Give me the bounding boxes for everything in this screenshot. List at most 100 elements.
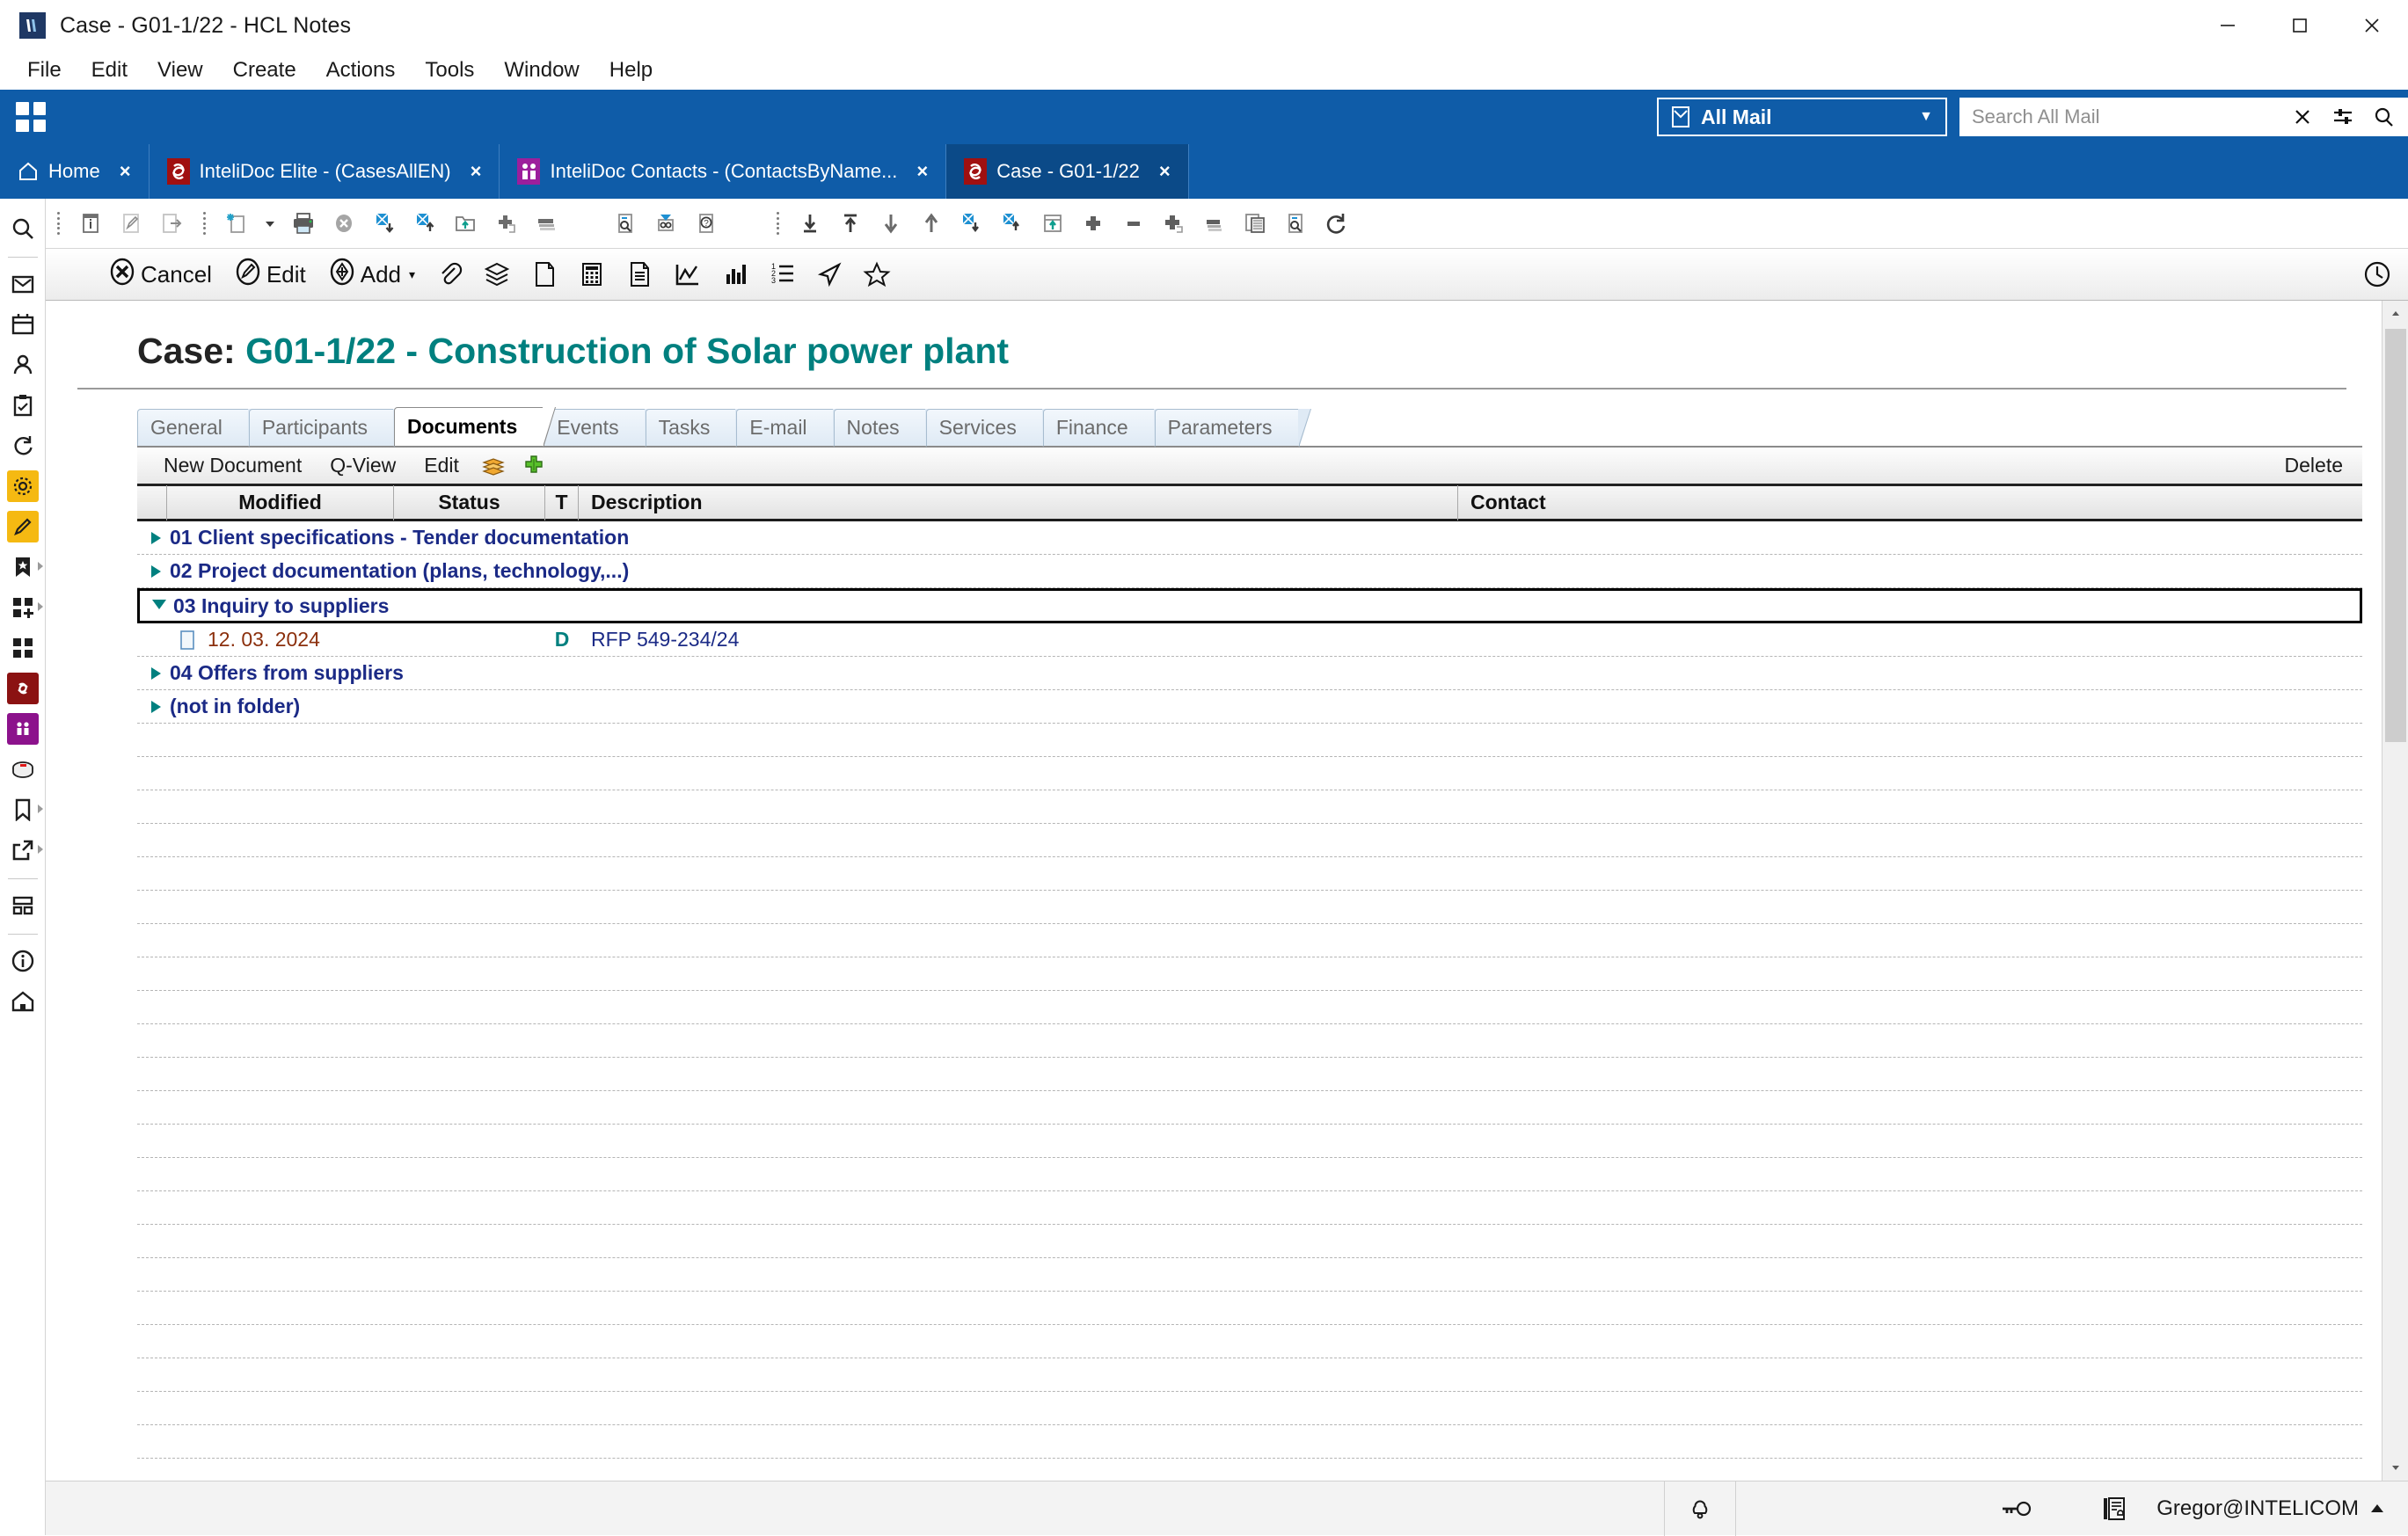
text-document-icon[interactable] <box>616 248 663 301</box>
sidebar-item-mail[interactable] <box>4 265 42 303</box>
tab-notes[interactable]: Notes <box>834 409 927 446</box>
menu-tools[interactable]: Tools <box>410 51 489 90</box>
go-to-top-icon[interactable] <box>830 203 871 244</box>
table-row[interactable]: 04 Offers from suppliers <box>137 657 2362 690</box>
clear-icon[interactable] <box>2292 106 2313 127</box>
history-icon[interactable] <box>2346 259 2408 289</box>
column-description[interactable]: Description <box>579 485 1458 520</box>
menu-window[interactable]: Window <box>489 51 594 90</box>
expand-triangle-icon[interactable] <box>151 701 161 713</box>
new-document-dropdown-icon[interactable] <box>257 203 283 244</box>
table-row[interactable]: 03 Inquiry to suppliers <box>137 588 2362 623</box>
bell-icon[interactable] <box>1664 1481 1735 1536</box>
cancel-button[interactable]: Cancel <box>97 248 223 301</box>
sidebar-item-database[interactable] <box>4 750 42 789</box>
tab-email[interactable]: E-mail <box>736 409 834 446</box>
chevron-down-icon[interactable]: ▾ <box>409 267 415 282</box>
menu-create[interactable]: Create <box>218 51 311 90</box>
sidebar-item-contacts[interactable] <box>4 346 42 384</box>
move-down-icon[interactable] <box>364 203 405 244</box>
table-row[interactable]: 02 Project documentation (plans, technol… <box>137 555 2362 588</box>
open-waffle-icon[interactable] <box>16 102 46 132</box>
toolbar-grip[interactable] <box>52 212 64 235</box>
window-tab-intelidoc-elite[interactable]: InteliDoc Elite - (CasesAllEN) × <box>150 144 500 199</box>
edit-button[interactable]: Edit <box>223 248 317 301</box>
print-icon[interactable] <box>283 203 324 244</box>
toolbar-grip[interactable] <box>771 212 784 235</box>
table-row[interactable]: 12. 03. 2024 D RFP 549-234/24 <box>137 623 2362 657</box>
close-icon[interactable]: × <box>120 160 131 183</box>
find-icon[interactable] <box>605 203 646 244</box>
numbered-list-icon[interactable]: 123 <box>758 248 806 301</box>
move-up-icon[interactable] <box>911 203 952 244</box>
help-icon[interactable]: ? <box>686 203 726 244</box>
sidebar-item-add-application[interactable] <box>4 588 42 627</box>
move-up-icon[interactable] <box>405 203 445 244</box>
go-to-bottom-icon[interactable] <box>790 203 830 244</box>
document-properties-icon[interactable] <box>70 203 111 244</box>
expand-all-icon[interactable] <box>1073 203 1113 244</box>
collapse-triangle-icon[interactable] <box>152 600 166 615</box>
maximize-button[interactable] <box>2264 0 2336 51</box>
star-icon[interactable] <box>853 248 901 301</box>
tab-events[interactable]: Events <box>544 409 646 446</box>
sidebar-item-search[interactable] <box>4 209 42 248</box>
toolbar-grip[interactable] <box>198 212 210 235</box>
vertical-scrollbar[interactable] <box>2382 301 2408 1481</box>
search-box[interactable]: Search All Mail <box>1959 98 2408 136</box>
line-chart-icon[interactable] <box>663 248 711 301</box>
tab-services[interactable]: Services <box>926 409 1044 446</box>
layers-icon[interactable] <box>473 248 521 301</box>
tab-participants[interactable]: Participants <box>249 409 395 446</box>
scrollbar-thumb[interactable] <box>2385 329 2406 742</box>
green-plus-icon[interactable] <box>514 448 554 484</box>
blank-page-icon[interactable] <box>521 248 568 301</box>
chevron-right-icon[interactable] <box>38 602 43 611</box>
caret-up-icon[interactable] <box>2371 1504 2383 1512</box>
delete-button[interactable]: Delete <box>2266 454 2362 477</box>
window-tab-home[interactable]: Home × <box>0 144 150 199</box>
tab-parameters[interactable]: Parameters <box>1155 409 1300 446</box>
menu-actions[interactable]: Actions <box>311 51 411 90</box>
close-button[interactable] <box>2336 0 2408 51</box>
user-account[interactable]: Gregor@INTELICOM <box>2156 1496 2408 1521</box>
close-icon[interactable]: × <box>471 160 482 183</box>
collapse-up-icon[interactable] <box>992 203 1033 244</box>
collapse-all-icon[interactable] <box>1113 203 1154 244</box>
link-icon[interactable] <box>646 203 686 244</box>
column-icon[interactable] <box>137 485 167 520</box>
export-icon[interactable] <box>1033 203 1073 244</box>
search-input[interactable]: Search All Mail <box>1959 106 2292 128</box>
tab-tasks[interactable]: Tasks <box>646 409 738 446</box>
minimize-button[interactable] <box>2192 0 2264 51</box>
edit-document-icon[interactable] <box>111 203 151 244</box>
column-type[interactable]: T <box>545 485 579 520</box>
sidebar-item-settings[interactable] <box>4 467 42 506</box>
search-options-icon[interactable] <box>2332 106 2353 127</box>
stack-orange-icon[interactable] <box>473 448 514 484</box>
expand-triangle-icon[interactable] <box>151 565 161 578</box>
sidebar-item-layout[interactable] <box>4 886 42 925</box>
edit-button[interactable]: Edit <box>410 448 473 484</box>
expand-down-icon[interactable] <box>952 203 992 244</box>
copy-view-icon[interactable] <box>1235 203 1275 244</box>
move-down-icon[interactable] <box>871 203 911 244</box>
window-tab-case[interactable]: Case - G01-1/22 × <box>946 144 1189 199</box>
column-status[interactable]: Status <box>394 485 545 520</box>
column-modified[interactable]: Modified <box>167 485 394 520</box>
sidebar-item-calendar[interactable] <box>4 305 42 344</box>
menu-view[interactable]: View <box>142 51 218 90</box>
mail-scope-selector[interactable]: All Mail ▼ <box>1657 98 1947 136</box>
move-to-folder-icon[interactable] <box>445 203 485 244</box>
q-view-button[interactable]: Q-View <box>316 448 410 484</box>
sidebar-item-intelidoc-contacts-app[interactable] <box>4 710 42 748</box>
column-contact[interactable]: Contact <box>1458 485 2362 520</box>
menu-help[interactable]: Help <box>595 51 668 90</box>
collapse-selected-icon[interactable] <box>1194 203 1235 244</box>
send-icon[interactable] <box>806 248 853 301</box>
close-icon[interactable]: × <box>1159 160 1171 183</box>
sidebar-item-home[interactable] <box>4 982 42 1021</box>
attachment-icon[interactable] <box>426 248 473 301</box>
sidebar-item-info[interactable] <box>4 942 42 980</box>
chevron-right-icon[interactable] <box>38 562 43 571</box>
